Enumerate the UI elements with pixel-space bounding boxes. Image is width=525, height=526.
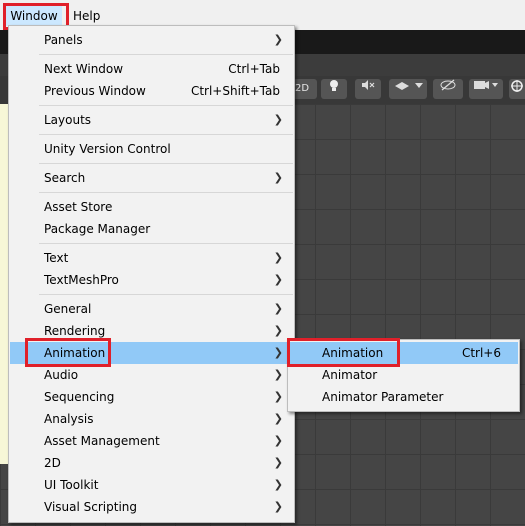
menu-item-label: Rendering: [44, 324, 106, 338]
menu-item-ui-toolkit[interactable]: UI Toolkit ❯: [10, 474, 293, 496]
menu-item-search[interactable]: Search ❯: [10, 167, 293, 189]
menu-separator: [39, 54, 293, 55]
menu-item-audio[interactable]: Audio ❯: [10, 364, 293, 386]
menu-separator: [39, 192, 293, 193]
menu-item-asset-management[interactable]: Asset Management ❯: [10, 430, 293, 452]
chevron-right-icon: ❯: [273, 113, 283, 126]
chevron-right-icon: ❯: [273, 33, 283, 46]
menu-item-label: General: [44, 302, 92, 316]
menu-item-label: Audio: [44, 368, 79, 382]
menu-item-label: Visual Scripting: [44, 500, 137, 514]
menu-separator: [39, 243, 293, 244]
chevron-right-icon: ❯: [273, 251, 283, 264]
menu-item-unity-version-control[interactable]: Unity Version Control: [10, 138, 293, 160]
chevron-right-icon: ❯: [273, 390, 283, 403]
menu-item-animation[interactable]: Animation ❯: [10, 342, 293, 364]
menu-item-label: 2D: [44, 456, 61, 470]
menu-item-label: Package Manager: [44, 222, 151, 236]
menu-item-shortcut: Ctrl+Tab: [228, 62, 280, 76]
menu-item-label: Search: [44, 171, 86, 185]
menu-window[interactable]: Window: [6, 6, 62, 26]
camera-icon[interactable]: [469, 79, 503, 99]
chevron-right-icon: ❯: [273, 412, 283, 425]
chevron-right-icon: ❯: [273, 500, 283, 513]
menu-separator: [39, 105, 293, 106]
menu-item-shortcut: Ctrl+Shift+Tab: [190, 84, 280, 98]
menu-item-label: Asset Store: [44, 200, 113, 214]
menu-item-layouts[interactable]: Layouts ❯: [10, 109, 293, 131]
effects-icon[interactable]: [389, 79, 427, 99]
window-menu: Panels ❯ Next Window Ctrl+Tab Previous W…: [8, 25, 295, 523]
menu-item-previous-window[interactable]: Previous Window Ctrl+Shift+Tab: [10, 80, 293, 102]
submenu-item-animator[interactable]: Animator: [289, 364, 518, 386]
menu-item-asset-store[interactable]: Asset Store: [10, 196, 293, 218]
chevron-right-icon: ❯: [273, 456, 283, 469]
menu-item-visual-scripting[interactable]: Visual Scripting ❯: [10, 496, 293, 518]
chevron-right-icon: ❯: [273, 478, 283, 491]
menu-item-2d[interactable]: 2D ❯: [10, 452, 293, 474]
chevron-right-icon: ❯: [273, 302, 283, 315]
chevron-right-icon: ❯: [273, 273, 283, 286]
menu-item-analysis[interactable]: Analysis ❯: [10, 408, 293, 430]
menu-separator: [39, 134, 293, 135]
chevron-right-icon: ❯: [273, 434, 283, 447]
menu-item-label: Unity Version Control: [44, 142, 171, 156]
submenu-item-animation[interactable]: Animation Ctrl+6: [289, 342, 518, 364]
menu-item-general[interactable]: General ❯: [10, 298, 293, 320]
left-panel-edge: [0, 104, 8, 464]
chevron-right-icon: ❯: [273, 171, 283, 184]
menu-item-label: UI Toolkit: [44, 478, 99, 492]
menu-item-label: Text: [44, 251, 69, 265]
submenu-item-label: Animator Parameter: [322, 390, 444, 404]
hidden-eye-icon[interactable]: [433, 79, 463, 99]
chevron-right-icon: ❯: [273, 368, 283, 381]
menu-item-label: Previous Window: [44, 84, 146, 98]
audio-mute-icon[interactable]: [355, 79, 381, 99]
menu-item-panels[interactable]: Panels ❯: [10, 29, 293, 51]
lightbulb-icon[interactable]: [321, 79, 347, 99]
menu-item-package-manager[interactable]: Package Manager: [10, 218, 293, 240]
menu-item-next-window[interactable]: Next Window Ctrl+Tab: [10, 58, 293, 80]
menu-separator: [39, 163, 293, 164]
animation-submenu: Animation Ctrl+6 Animator Animator Param…: [287, 339, 520, 412]
menu-item-text[interactable]: Text ❯: [10, 247, 293, 269]
menu-item-rendering[interactable]: Rendering ❯: [10, 320, 293, 342]
menu-item-label: Sequencing: [44, 390, 115, 404]
menu-item-sequencing[interactable]: Sequencing ❯: [10, 386, 293, 408]
menu-item-textmeshpro[interactable]: TextMeshPro ❯: [10, 269, 293, 291]
menu-item-label: Panels: [44, 33, 83, 47]
submenu-item-shortcut: Ctrl+6: [461, 346, 501, 360]
submenu-item-label: Animator: [322, 368, 378, 382]
menu-item-label: Analysis: [44, 412, 94, 426]
menu-item-label: Asset Management: [44, 434, 160, 448]
gizmo-icon[interactable]: [509, 79, 525, 99]
menu-item-label: Animation: [44, 346, 106, 360]
menu-item-label: Next Window: [44, 62, 124, 76]
chevron-right-icon: ❯: [273, 324, 283, 337]
submenu-item-animator-parameter[interactable]: Animator Parameter: [289, 386, 518, 408]
chevron-right-icon: ❯: [273, 346, 283, 359]
menu-item-label: TextMeshPro: [44, 273, 119, 287]
menu-separator: [39, 294, 293, 295]
menu-item-label: Layouts: [44, 113, 92, 127]
submenu-item-label: Animation: [322, 346, 384, 360]
menu-help[interactable]: Help: [69, 6, 104, 26]
